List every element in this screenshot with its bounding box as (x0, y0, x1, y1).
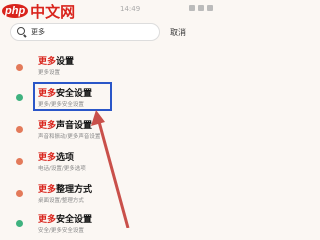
annotation-arrow (91, 110, 130, 228)
arrow-shaft (96, 117, 130, 228)
arrow-head (91, 110, 105, 126)
